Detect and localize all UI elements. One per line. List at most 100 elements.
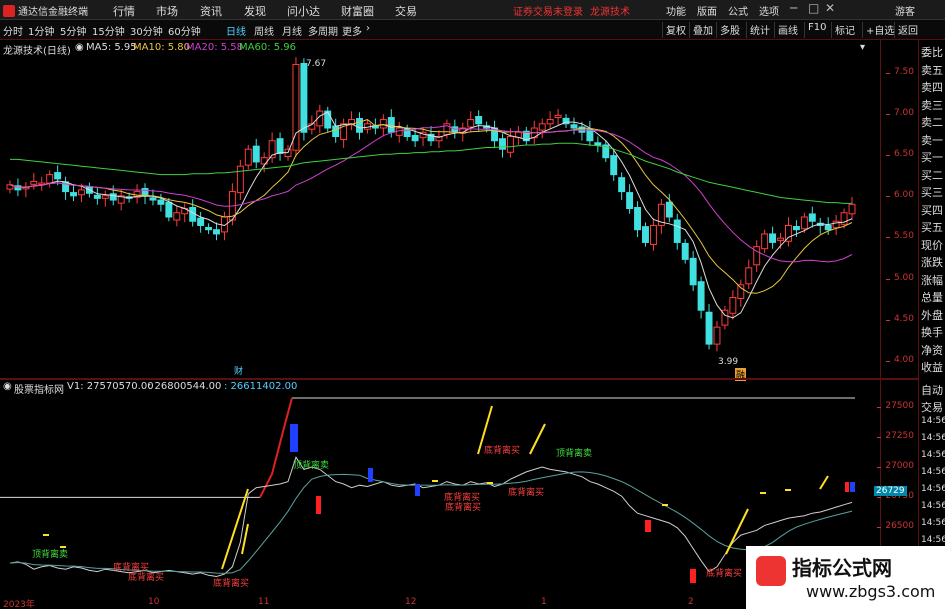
tool-button[interactable]: +自选 bbox=[862, 22, 894, 38]
menu-formula[interactable]: 公式 bbox=[728, 3, 748, 18]
period-tab[interactable]: 60分钟 bbox=[168, 23, 201, 38]
indicator-v1: V1: 27570570.00 bbox=[67, 381, 154, 392]
low-price-label: 3.99 bbox=[718, 357, 739, 367]
guest-label[interactable]: 游客 bbox=[895, 3, 915, 18]
price-tick: 6.50 bbox=[885, 149, 914, 159]
signal-bottom-divergence: 底背离买 bbox=[508, 488, 545, 498]
candle-body bbox=[506, 136, 514, 153]
finance-mark[interactable]: 财 bbox=[234, 364, 243, 377]
side-panel-item: 14:56 bbox=[921, 433, 945, 443]
chevron-right-icon[interactable]: › bbox=[366, 23, 370, 34]
candle-body bbox=[610, 155, 618, 176]
candle-body bbox=[626, 192, 634, 210]
period-tab-more[interactable]: 更多 bbox=[342, 23, 362, 38]
signal-bar bbox=[690, 569, 696, 583]
date-tick: 11 bbox=[258, 597, 270, 607]
minimize-icon[interactable]: ─ bbox=[790, 1, 797, 15]
login-notice[interactable]: 证券交易未登录 bbox=[513, 3, 583, 18]
signal-bottom-divergence: 底背离买 bbox=[213, 579, 250, 589]
tool-button[interactable]: F10 bbox=[804, 22, 826, 38]
period-tab[interactable]: 分时 bbox=[3, 23, 23, 38]
side-panel-item: 14:56 bbox=[921, 484, 945, 494]
period-tab[interactable]: 1分钟 bbox=[28, 23, 54, 38]
candle-body bbox=[777, 237, 785, 241]
app-logo-icon bbox=[3, 4, 15, 17]
menu-market[interactable]: 市场 bbox=[156, 3, 178, 19]
ma10-label: MA10: 5.80 bbox=[133, 42, 191, 53]
period-tab[interactable]: 15分钟 bbox=[92, 23, 125, 38]
menu-quotes[interactable]: 行情 bbox=[113, 3, 135, 19]
indicator-v3: : 26611402.00 bbox=[224, 381, 298, 392]
price-tick: 4.00 bbox=[885, 355, 914, 365]
price-tick: 5.00 bbox=[885, 273, 914, 283]
settings-icon[interactable]: ◉ bbox=[75, 42, 84, 53]
candle-body bbox=[411, 134, 419, 142]
close-icon[interactable]: ✕ bbox=[825, 1, 835, 15]
candle-body bbox=[808, 213, 816, 222]
signal-dash bbox=[487, 482, 493, 484]
candle-body bbox=[276, 138, 284, 154]
signal-bar bbox=[845, 482, 849, 492]
period-tab[interactable]: 月线 bbox=[282, 23, 302, 38]
signal-bottom-divergence: 底背离买 bbox=[445, 503, 482, 513]
tool-button[interactable]: 统计 bbox=[746, 22, 770, 38]
signal-bar bbox=[415, 484, 420, 496]
menu-discover[interactable]: 发现 bbox=[244, 3, 266, 19]
menu-layout[interactable]: 版面 bbox=[697, 3, 717, 18]
settings-icon[interactable]: ◉ bbox=[3, 381, 12, 392]
menu-trade[interactable]: 交易 bbox=[395, 3, 417, 19]
candlestick-chart[interactable] bbox=[0, 56, 880, 378]
tool-button[interactable]: 复权 bbox=[662, 22, 686, 38]
side-panel-item: 总量 bbox=[921, 291, 943, 304]
period-tab[interactable]: 多周期 bbox=[308, 23, 338, 38]
signal-bar bbox=[645, 520, 651, 532]
candle-body bbox=[800, 216, 808, 230]
menu-function[interactable]: 功能 bbox=[666, 3, 686, 18]
candle-body bbox=[141, 188, 149, 197]
tool-button[interactable]: 多股 bbox=[716, 22, 740, 38]
period-tab-active[interactable]: 日线 bbox=[226, 23, 246, 38]
candle-body bbox=[236, 165, 244, 194]
candle-body bbox=[205, 227, 213, 231]
collapse-icon[interactable]: ▾ bbox=[860, 42, 865, 53]
app-brand: 通达信金融终端 bbox=[3, 3, 88, 18]
tool-button[interactable]: 标记 bbox=[831, 22, 855, 38]
candle-body bbox=[824, 224, 832, 231]
tool-button[interactable]: 返回 bbox=[894, 22, 918, 38]
period-tab[interactable]: 5分钟 bbox=[60, 23, 86, 38]
menu-wealth[interactable]: 财富圈 bbox=[341, 3, 374, 19]
period-tab[interactable]: 周线 bbox=[254, 23, 274, 38]
candle-body bbox=[197, 217, 205, 226]
watermark-logo-icon bbox=[756, 556, 786, 586]
candle-body bbox=[252, 145, 260, 163]
candle-body bbox=[586, 128, 594, 142]
menu-ask[interactable]: 问小达 bbox=[287, 3, 320, 19]
candle-body bbox=[737, 284, 745, 300]
signal-bar bbox=[850, 482, 855, 492]
tool-button[interactable]: 叠加 bbox=[689, 22, 713, 38]
indicator-tick: 27250 bbox=[877, 431, 914, 441]
chart-title: 龙源技术(日线) bbox=[3, 46, 71, 57]
candle-body bbox=[769, 233, 777, 243]
side-panel-item: 外盘 bbox=[921, 308, 943, 322]
signal-dash bbox=[760, 492, 766, 494]
yellow-signal-segment bbox=[725, 508, 749, 555]
period-tab[interactable]: 30分钟 bbox=[130, 23, 163, 38]
candle-body bbox=[46, 174, 54, 184]
tool-button[interactable]: 画线 bbox=[774, 22, 798, 38]
menu-news[interactable]: 资讯 bbox=[200, 3, 222, 19]
candle-body bbox=[475, 116, 483, 125]
side-panel-item: 买四 bbox=[921, 203, 943, 217]
watermark-title: 指标公式网 bbox=[792, 556, 892, 580]
side-panel-item: 涨跌 bbox=[921, 256, 943, 269]
signal-bar bbox=[368, 468, 373, 482]
candle-body bbox=[149, 197, 157, 201]
candle-body bbox=[705, 311, 713, 345]
side-panel-item: 买二 bbox=[921, 168, 943, 182]
menu-options[interactable]: 选项 bbox=[759, 3, 779, 18]
date-tick: 10 bbox=[148, 597, 160, 607]
candle-body bbox=[634, 207, 642, 231]
maximize-icon[interactable]: □ bbox=[808, 1, 819, 15]
price-tick: 6.00 bbox=[885, 190, 914, 200]
candle-body bbox=[300, 62, 308, 133]
